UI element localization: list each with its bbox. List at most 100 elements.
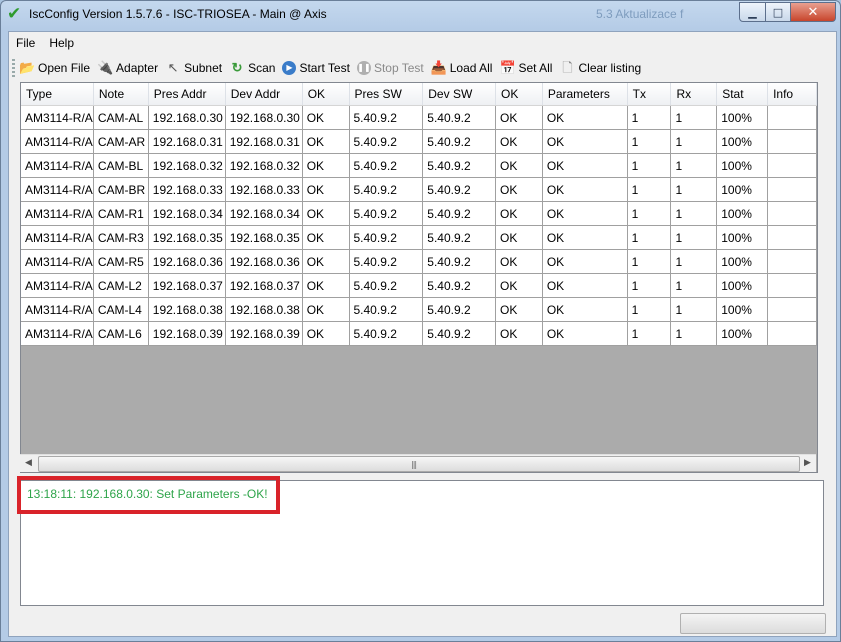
table-cell[interactable]: OK: [542, 321, 628, 346]
table-cell[interactable]: 5.40.9.2: [422, 273, 497, 298]
table-cell[interactable]: 192.168.0.30: [225, 105, 303, 130]
table-cell[interactable]: [767, 297, 817, 322]
load-all-button[interactable]: 📥 Load All: [431, 58, 493, 78]
table-cell[interactable]: OK: [542, 273, 628, 298]
table-cell[interactable]: [767, 153, 817, 178]
table-cell[interactable]: OK: [542, 177, 628, 202]
table-cell[interactable]: OK: [495, 153, 543, 178]
table-cell[interactable]: 1: [627, 321, 672, 346]
table-cell[interactable]: 1: [627, 273, 672, 298]
table-cell[interactable]: 192.168.0.34: [225, 201, 303, 226]
table-cell[interactable]: CAM-BL: [93, 153, 149, 178]
table-cell[interactable]: AM3114-R/A: [21, 105, 94, 130]
table-cell[interactable]: 1: [627, 225, 672, 250]
table-cell[interactable]: AM3114-R/A: [21, 225, 94, 250]
column-header[interactable]: OK: [302, 83, 350, 106]
table-cell[interactable]: 192.168.0.38: [225, 297, 303, 322]
table-row[interactable]: AM3114-R/A CAM-BR 192.168.0.33 192.168.0.33…: [21, 177, 817, 202]
table-cell[interactable]: 192.168.0.35: [148, 225, 226, 250]
table-cell[interactable]: 1: [670, 177, 718, 202]
table-cell[interactable]: [767, 321, 817, 346]
column-header[interactable]: Info: [767, 83, 817, 106]
open-file-button[interactable]: 📂 Open File: [19, 58, 90, 78]
table-cell[interactable]: 192.168.0.36: [225, 249, 303, 274]
table-cell[interactable]: 192.168.0.37: [225, 273, 303, 298]
table-cell[interactable]: 192.168.0.39: [225, 321, 303, 346]
table-cell[interactable]: 5.40.9.2: [349, 297, 424, 322]
adapter-button[interactable]: 🔌 Adapter: [97, 58, 158, 78]
table-cell[interactable]: 1: [627, 249, 672, 274]
table-cell[interactable]: OK: [542, 297, 628, 322]
table-cell[interactable]: [767, 273, 817, 298]
table-row[interactable]: AM3114-R/A CAM-R5 192.168.0.36 192.168.0.36…: [21, 249, 817, 274]
table-cell[interactable]: 192.168.0.32: [148, 153, 226, 178]
scroll-right-icon[interactable]: ▶: [799, 455, 816, 472]
table-cell[interactable]: 1: [670, 201, 718, 226]
device-grid[interactable]: Type Note Pres Addr Dev Addr OK Pres SW Dev SW…: [20, 82, 818, 473]
table-cell[interactable]: OK: [495, 321, 543, 346]
table-cell[interactable]: 5.40.9.2: [422, 129, 497, 154]
table-cell[interactable]: [767, 105, 817, 130]
column-header[interactable]: Dev SW: [422, 83, 497, 106]
column-header[interactable]: Tx: [627, 83, 672, 106]
table-cell[interactable]: OK: [302, 273, 350, 298]
scan-button[interactable]: ↻ Scan: [229, 58, 276, 78]
table-cell[interactable]: AM3114-R/A: [21, 201, 94, 226]
table-cell[interactable]: 100%: [716, 105, 769, 130]
table-cell[interactable]: 5.40.9.2: [349, 129, 424, 154]
maximize-button[interactable]: □: [766, 2, 791, 22]
table-cell[interactable]: 5.40.9.2: [349, 105, 424, 130]
table-cell[interactable]: 1: [670, 321, 718, 346]
table-cell[interactable]: 1: [627, 153, 672, 178]
table-cell[interactable]: CAM-L6: [93, 321, 149, 346]
scroll-left-icon[interactable]: ◀: [20, 455, 37, 472]
table-cell[interactable]: OK: [542, 249, 628, 274]
table-cell[interactable]: CAM-AR: [93, 129, 149, 154]
table-cell[interactable]: AM3114-R/A: [21, 321, 94, 346]
table-cell[interactable]: 192.168.0.33: [148, 177, 226, 202]
table-cell[interactable]: 192.168.0.33: [225, 177, 303, 202]
menu-file[interactable]: File: [9, 32, 42, 54]
table-cell[interactable]: OK: [495, 225, 543, 250]
scrollbar-thumb[interactable]: |||: [38, 456, 800, 472]
table-cell[interactable]: OK: [302, 201, 350, 226]
table-cell[interactable]: AM3114-R/A: [21, 129, 94, 154]
table-cell[interactable]: OK: [495, 129, 543, 154]
table-cell[interactable]: OK: [542, 105, 628, 130]
table-row[interactable]: AM3114-R/A CAM-L2 192.168.0.37 192.168.0.37…: [21, 273, 817, 298]
table-cell[interactable]: 192.168.0.38: [148, 297, 226, 322]
table-cell[interactable]: 5.40.9.2: [422, 249, 497, 274]
table-cell[interactable]: OK: [302, 297, 350, 322]
column-header[interactable]: Pres SW: [349, 83, 424, 106]
table-cell[interactable]: OK: [495, 177, 543, 202]
table-cell[interactable]: 5.40.9.2: [349, 273, 424, 298]
table-cell[interactable]: 1: [670, 297, 718, 322]
table-cell[interactable]: 192.168.0.37: [148, 273, 226, 298]
table-cell[interactable]: 192.168.0.31: [148, 129, 226, 154]
column-header[interactable]: Type: [21, 83, 94, 106]
table-cell[interactable]: CAM-R3: [93, 225, 149, 250]
table-cell[interactable]: CAM-R1: [93, 201, 149, 226]
table-cell[interactable]: AM3114-R/A: [21, 297, 94, 322]
table-cell[interactable]: CAM-BR: [93, 177, 149, 202]
table-cell[interactable]: OK: [542, 153, 628, 178]
table-cell[interactable]: OK: [495, 297, 543, 322]
table-row[interactable]: AM3114-R/A CAM-L6 192.168.0.39 192.168.0.39…: [21, 321, 817, 346]
table-cell[interactable]: OK: [302, 153, 350, 178]
table-cell[interactable]: CAM-L4: [93, 297, 149, 322]
table-cell[interactable]: 5.40.9.2: [349, 225, 424, 250]
table-cell[interactable]: 100%: [716, 225, 769, 250]
table-cell[interactable]: 1: [670, 273, 718, 298]
table-cell[interactable]: 5.40.9.2: [349, 153, 424, 178]
table-cell[interactable]: AM3114-R/A: [21, 177, 94, 202]
table-row[interactable]: AM3114-R/A CAM-AL 192.168.0.30 192.168.0.30…: [21, 105, 817, 130]
table-cell[interactable]: CAM-L2: [93, 273, 149, 298]
table-cell[interactable]: 100%: [716, 273, 769, 298]
table-cell[interactable]: OK: [302, 321, 350, 346]
column-header[interactable]: OK: [495, 83, 543, 106]
table-cell[interactable]: 100%: [716, 129, 769, 154]
subnet-button[interactable]: ↖ Subnet: [165, 58, 223, 78]
table-cell[interactable]: OK: [302, 249, 350, 274]
table-cell[interactable]: [767, 249, 817, 274]
table-cell[interactable]: OK: [302, 105, 350, 130]
